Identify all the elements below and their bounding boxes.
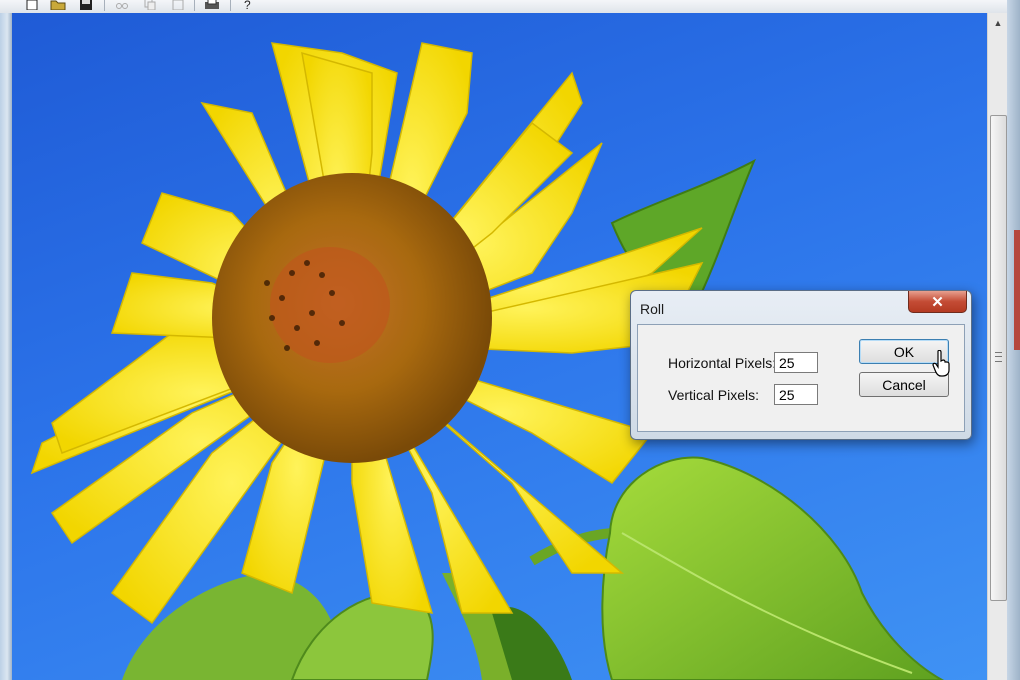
new-file-icon[interactable] <box>24 0 40 10</box>
vertical-pixels-input[interactable]: 25 <box>774 384 818 405</box>
vertical-pixels-label: Vertical Pixels: <box>668 387 760 403</box>
window-frame-right <box>1007 0 1020 680</box>
svg-text:?: ? <box>244 0 251 10</box>
roll-dialog: Roll ✕ Horizontal Pixels: 25 Vertical Pi… <box>630 290 972 440</box>
hand-cursor-icon <box>932 350 950 377</box>
open-folder-icon[interactable] <box>50 0 66 10</box>
horizontal-pixels-input[interactable]: 25 <box>774 352 818 373</box>
desktop-edge <box>1014 230 1020 350</box>
toolbar: ? <box>0 0 1020 14</box>
copy-icon[interactable] <box>142 0 158 10</box>
close-button[interactable]: ✕ <box>908 291 967 313</box>
help-icon[interactable]: ? <box>240 0 256 10</box>
cut-scissors-icon[interactable] <box>114 0 130 10</box>
paste-icon[interactable] <box>170 0 186 10</box>
horizontal-pixels-label: Horizontal Pixels: <box>668 355 777 371</box>
scrollbar-thumb[interactable] <box>990 115 1007 601</box>
dialog-title: Roll <box>640 301 665 317</box>
save-disk-icon[interactable] <box>78 0 94 10</box>
scrollbar-grip-icon <box>995 352 1002 362</box>
print-icon[interactable] <box>204 0 220 10</box>
dialog-body: Horizontal Pixels: 25 Vertical Pixels: 2… <box>637 324 965 432</box>
vertical-scrollbar[interactable]: ▲ <box>987 13 1008 680</box>
scroll-up-arrow-icon[interactable]: ▲ <box>988 13 1008 33</box>
